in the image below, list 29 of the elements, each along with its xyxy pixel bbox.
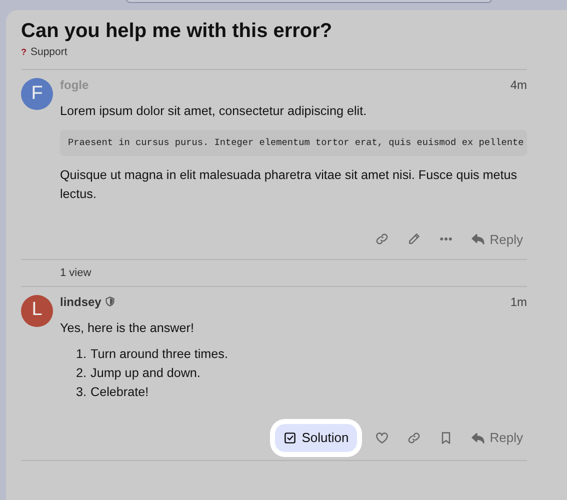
reply-button[interactable]: Reply [466, 426, 527, 450]
post-time: 4m [510, 76, 527, 94]
solution-button[interactable]: Solution [274, 424, 357, 452]
list-item: Turn around three times. [90, 346, 228, 364]
heart-icon [374, 430, 389, 445]
list-item: Celebrate! [90, 384, 149, 402]
post-text: Lorem ipsum dolor sit amet, consectetur adipiscing elit. [60, 102, 368, 120]
reply-icon [470, 430, 485, 445]
username[interactable]: lindsey [60, 292, 102, 311]
code-block: Praesent in cursus purus. Integer elementum tortor erat, quis euismod ex pellente [60, 130, 527, 156]
reply-icon [470, 232, 485, 246]
topic-title: Can you help me with this error? [21, 19, 334, 43]
post-time: 1m [510, 294, 527, 311]
pencil-icon [406, 232, 421, 246]
link-icon [406, 430, 421, 445]
post-text: Yes, here is the answer! [60, 320, 195, 337]
list-number: 2. [76, 365, 87, 382]
list-number: 1. [76, 346, 87, 364]
post-text: Quisque ut magna in elit malesuada pharetra vitae sit amet nisi. Fusce quis metus lectus. [60, 166, 518, 203]
view-count: 1 view [59, 266, 92, 282]
category-icon: ? [21, 46, 26, 60]
checkbox-icon [282, 430, 297, 445]
link-icon [374, 232, 389, 246]
list-item: Jump up and down. [90, 365, 200, 382]
category-link[interactable]: Support [30, 45, 68, 61]
list-number: 3. [76, 384, 87, 402]
user-avatar: L [21, 294, 53, 327]
user-avatar: F [21, 78, 53, 110]
reply-button[interactable]: Reply [466, 228, 527, 252]
